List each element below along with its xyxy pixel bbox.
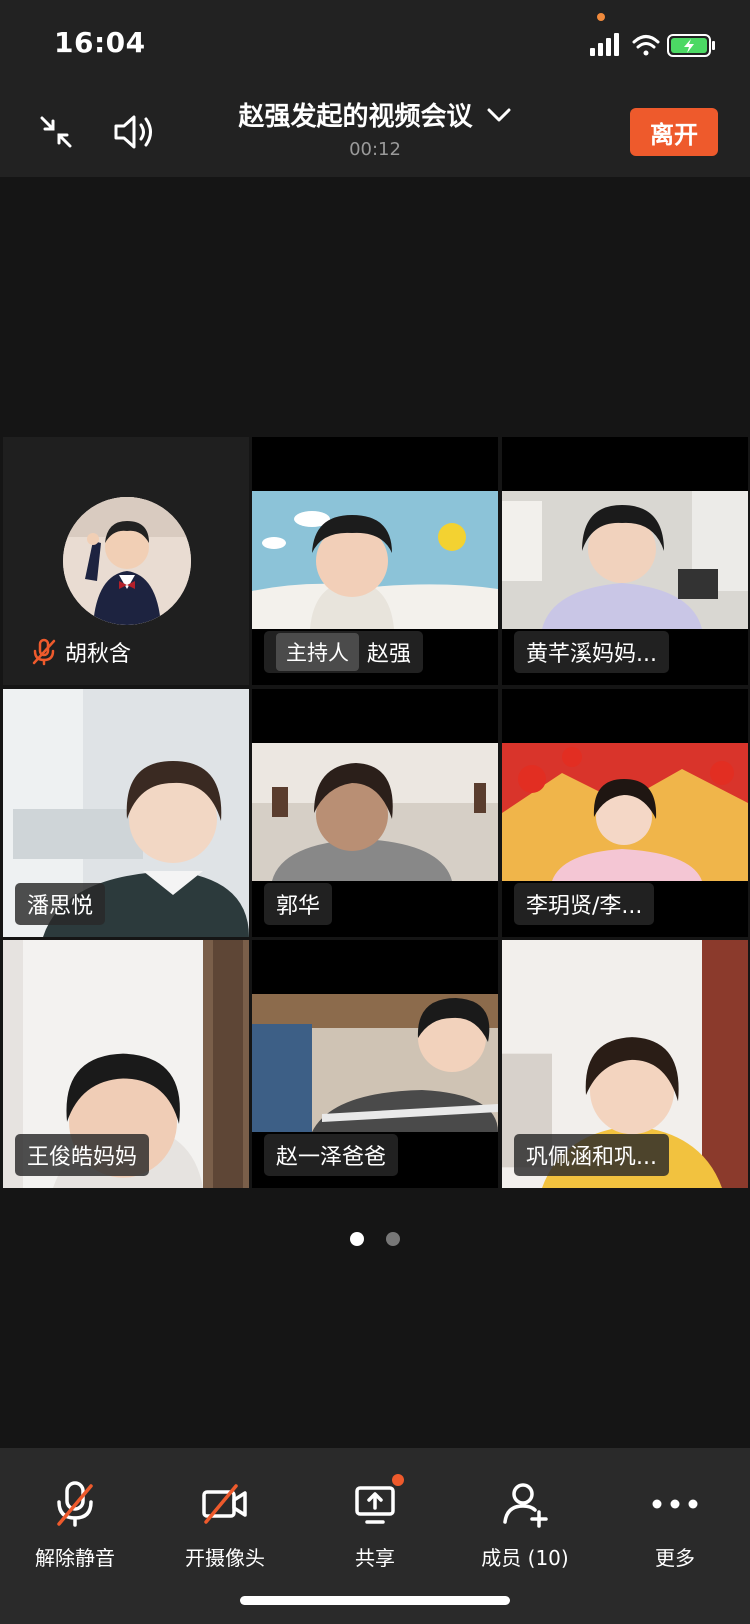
participant-name-tag: 王俊皓妈妈: [15, 1134, 150, 1176]
muted-mic-icon: [32, 638, 56, 666]
muted-mic-icon: [57, 1481, 93, 1527]
members-button[interactable]: 成员 (10): [450, 1478, 600, 1571]
more-dots-icon: [652, 1499, 698, 1509]
unmute-button[interactable]: 解除静音: [0, 1478, 150, 1571]
home-indicator[interactable]: [240, 1596, 510, 1605]
participant-name: 赵一泽爸爸: [276, 1145, 387, 1170]
participant-tile[interactable]: 李玥贤/李...: [502, 689, 748, 937]
participant-name: 黄芊溪妈妈...: [526, 642, 657, 667]
participant-name: 胡秋含: [65, 642, 132, 667]
privacy-indicator-dot: [597, 13, 605, 21]
participant-name: 李玥贤/李...: [526, 894, 643, 919]
participant-tile[interactable]: 王俊皓妈妈: [3, 940, 249, 1188]
meeting-title[interactable]: 赵强发起的视频会议: [238, 96, 472, 133]
participant-video: [502, 491, 748, 629]
meeting-header: 赵强发起的视频会议 00:12 离开: [0, 90, 750, 177]
participant-tile[interactable]: 黄芊溪妈妈...: [502, 437, 748, 685]
more-button[interactable]: 更多: [600, 1478, 750, 1571]
participant-tile[interactable]: 巩佩涵和巩...: [502, 940, 748, 1188]
host-badge: 主持人: [276, 633, 359, 671]
members-label: 成员 (10): [481, 1546, 569, 1570]
participant-tile[interactable]: 赵一泽爸爸: [252, 940, 498, 1188]
share-button[interactable]: 共享: [300, 1474, 450, 1571]
participant-name: 郭华: [276, 894, 321, 919]
status-icons: [590, 33, 715, 57]
participant-name-tag: 主持人 赵强: [264, 631, 424, 673]
meeting-title-area[interactable]: 赵强发起的视频会议 00:12: [200, 96, 550, 160]
wifi-icon: [632, 35, 660, 56]
participant-avatar-image: [63, 497, 191, 625]
page-indicator[interactable]: [0, 1232, 750, 1246]
camera-button[interactable]: 开摄像头: [150, 1478, 300, 1571]
signal-icon: [590, 33, 619, 56]
speaker-button[interactable]: [110, 108, 160, 156]
participant-tile[interactable]: 郭华: [252, 689, 498, 937]
participant-name-tag: 郭华: [264, 883, 333, 925]
participant-tile[interactable]: 主持人 赵强: [252, 437, 498, 685]
participant-tile[interactable]: 潘思悦: [3, 689, 249, 937]
participant-name-tag: 赵一泽爸爸: [264, 1134, 399, 1176]
collapse-arrows-icon: [40, 116, 72, 148]
participant-name-tag: 李玥贤/李...: [514, 883, 655, 925]
status-bar: 16:04: [0, 0, 750, 90]
chevron-down-icon[interactable]: [486, 106, 512, 124]
participant-tile[interactable]: 胡秋含: [3, 437, 249, 685]
participant-video: [252, 743, 498, 881]
participant-name: 王俊皓妈妈: [27, 1145, 138, 1170]
speaker-icon: [114, 115, 152, 149]
screen-share-icon: [355, 1486, 395, 1524]
share-label: 共享: [355, 1546, 395, 1570]
participant-name-tag: 巩佩涵和巩...: [514, 1134, 669, 1176]
status-time: 16:04: [54, 26, 146, 59]
add-member-icon: [503, 1483, 548, 1528]
participant-name: 巩佩涵和巩...: [526, 1145, 657, 1170]
minimize-window-button[interactable]: [34, 110, 78, 154]
notification-dot: [392, 1474, 404, 1486]
participant-name: 潘思悦: [27, 894, 94, 919]
more-label: 更多: [655, 1546, 695, 1570]
camera-off-icon: [202, 1484, 247, 1524]
participant-name-tag: 胡秋含: [19, 631, 143, 673]
leave-button[interactable]: 离开: [630, 108, 718, 156]
unmute-label: 解除静音: [35, 1546, 115, 1570]
participant-video: [252, 994, 498, 1132]
participant-video: [502, 743, 748, 881]
battery-icon: [667, 34, 715, 57]
camera-label: 开摄像头: [185, 1546, 265, 1570]
participant-name: 赵强: [367, 642, 412, 667]
participant-name-tag: 潘思悦: [15, 883, 106, 925]
avatar: [63, 497, 191, 625]
meeting-timer: 00:12: [349, 139, 401, 160]
page-dot[interactable]: [386, 1232, 400, 1246]
page-dot-active[interactable]: [350, 1232, 364, 1246]
participant-video: [252, 491, 498, 629]
participant-name-tag: 黄芊溪妈妈...: [514, 631, 669, 673]
